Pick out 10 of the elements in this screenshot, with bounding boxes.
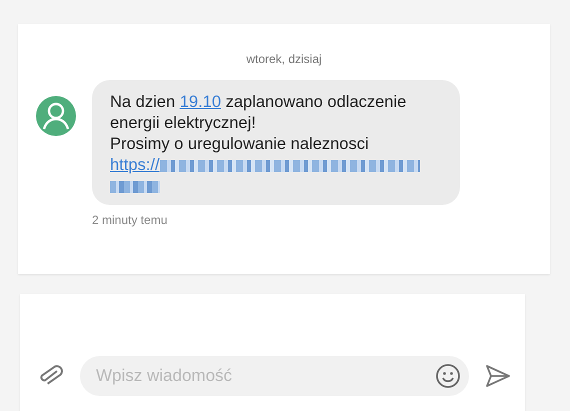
- message-timestamp: 2 minuty temu: [92, 213, 168, 227]
- send-icon[interactable]: [485, 364, 511, 388]
- message-text: Prosimy o uregulowanie naleznosci: [110, 134, 370, 155]
- avatar-icon[interactable]: [36, 96, 76, 136]
- message-link[interactable]: https://: [110, 156, 160, 174]
- message-field[interactable]: Wpisz wiadomość: [80, 356, 469, 396]
- date-link[interactable]: 19.10: [180, 93, 222, 111]
- date-header: wtorek, dzisiaj: [245, 52, 323, 66]
- message-text: Na dzien 19.10 zaplanowano odlaczenie energii elektrycznej!: [110, 92, 408, 134]
- emoji-icon[interactable]: [435, 363, 461, 389]
